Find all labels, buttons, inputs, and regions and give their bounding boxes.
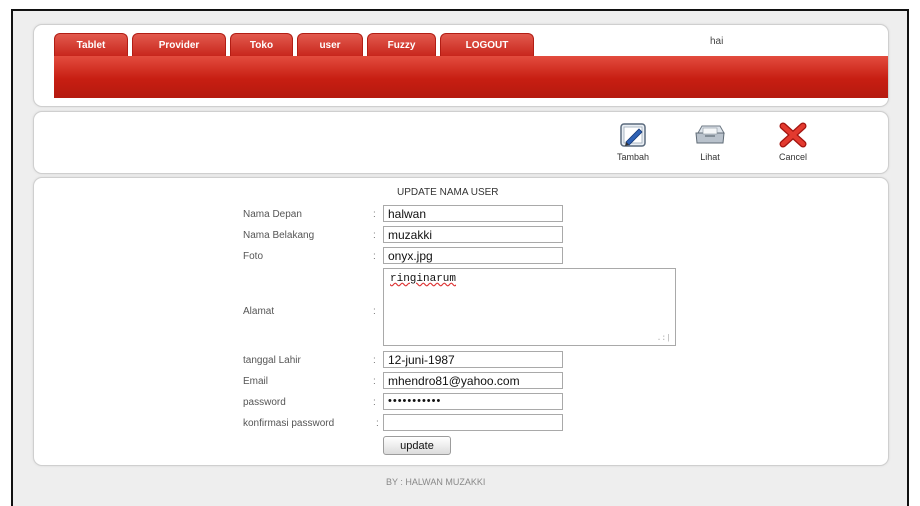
tab-toko[interactable]: Toko [230, 33, 293, 56]
colon: : [373, 355, 376, 366]
konfirmasi-password-field[interactable] [383, 414, 563, 431]
resize-grip-icon[interactable]: .:| [657, 334, 671, 343]
lihat-button[interactable]: Lihat [690, 122, 730, 162]
close-icon [779, 122, 807, 148]
nav-tabs: Tablet Provider Toko user Fuzzy LOGOUT [54, 33, 538, 57]
toolbar-panel: Tambah Lihat Cancel [33, 111, 889, 174]
tab-user[interactable]: user [297, 33, 363, 56]
header-red-bar [54, 56, 888, 98]
colon: : [373, 397, 376, 408]
konfirmasi-password-label: konfirmasi password [243, 418, 335, 429]
tab-provider[interactable]: Provider [132, 33, 226, 56]
tab-tablet[interactable]: Tablet [54, 33, 128, 56]
form-title: UPDATE NAMA USER [397, 187, 499, 198]
tab-logout[interactable]: LOGOUT [440, 33, 534, 56]
alamat-textarea[interactable]: ringinarum .:| [383, 268, 676, 346]
colon: : [373, 209, 376, 220]
password-label: password [243, 397, 286, 408]
tanggal-lahir-label: tanggal Lahir [243, 355, 301, 366]
foto-field[interactable]: onyx.jpg [383, 247, 563, 264]
colon: : [373, 376, 376, 387]
tray-icon [695, 125, 725, 144]
colon: : [373, 251, 376, 262]
foto-label: Foto [243, 251, 264, 262]
tambah-label: Tambah [616, 152, 650, 162]
cancel-button[interactable]: Cancel [770, 122, 816, 162]
nama-belakang-label: Nama Belakang [243, 230, 315, 241]
lihat-label: Lihat [700, 152, 720, 162]
colon: : [373, 306, 376, 317]
nama-depan-label: Nama Depan [243, 209, 302, 220]
form-panel: UPDATE NAMA USER Nama Depan : halwan Nam… [33, 177, 889, 466]
password-field[interactable]: ••••••••••• [383, 393, 563, 410]
update-button[interactable]: update [383, 436, 451, 455]
header-panel: Tablet Provider Toko user Fuzzy LOGOUT h… [33, 24, 889, 107]
footer-credit: BY : HALWAN MUZAKKI [386, 477, 486, 487]
cancel-label: Cancel [778, 152, 807, 162]
tanggal-lahir-field[interactable]: 12-juni-1987 [383, 351, 563, 368]
nama-depan-field[interactable]: halwan [383, 205, 563, 222]
alamat-value: ringinarum [390, 273, 457, 285]
email-field[interactable]: mhendro81@yahoo.com [383, 372, 563, 389]
colon: : [373, 230, 376, 241]
tab-fuzzy[interactable]: Fuzzy [367, 33, 436, 56]
nama-belakang-field[interactable]: muzakki [383, 226, 563, 243]
colon: : [376, 418, 379, 429]
tambah-button[interactable]: Tambah [610, 122, 656, 162]
email-label: Email [243, 376, 269, 387]
alamat-label: Alamat [243, 306, 275, 317]
greeting-text: hai [710, 36, 724, 47]
edit-icon [620, 123, 646, 147]
